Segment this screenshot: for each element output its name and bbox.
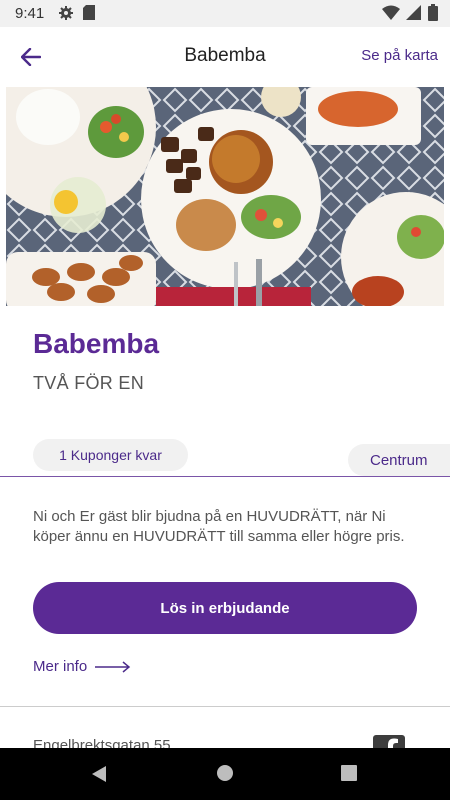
arrow-right-icon — [95, 660, 131, 673]
show-on-map-link[interactable]: Se på karta — [361, 47, 438, 64]
divider — [0, 476, 450, 477]
wifi-icon — [382, 5, 400, 25]
divider — [0, 706, 450, 707]
area-chip: Centrum — [348, 444, 450, 476]
nav-recents-icon[interactable] — [340, 764, 358, 787]
more-info-label: Mer info — [33, 658, 88, 675]
status-bar: 9:41 — [0, 0, 450, 27]
offer-description: Ni och Er gäst blir bjudna på en HUVUDRÄ… — [33, 508, 405, 545]
status-icons — [382, 4, 438, 25]
nav-back-icon[interactable] — [90, 764, 108, 789]
status-time: 9:41 — [15, 5, 45, 22]
venue-name: Babemba — [33, 328, 160, 359]
nav-home-icon[interactable] — [216, 764, 234, 787]
redeem-offer-button[interactable]: Lös in erbjudande — [33, 582, 417, 634]
system-nav-bar — [0, 748, 450, 800]
signal-icon — [406, 4, 422, 25]
offer-title: TVÅ FÖR EN — [33, 373, 145, 393]
hero-image — [6, 87, 444, 306]
more-info-link[interactable]: Mer info — [33, 658, 131, 675]
app-bar: Babemba Se på karta — [0, 27, 450, 86]
sd-card-icon — [83, 5, 95, 24]
gear-icon — [58, 5, 74, 25]
coupons-left-chip: 1 Kuponger kvar — [33, 439, 188, 471]
battery-icon — [428, 4, 438, 25]
